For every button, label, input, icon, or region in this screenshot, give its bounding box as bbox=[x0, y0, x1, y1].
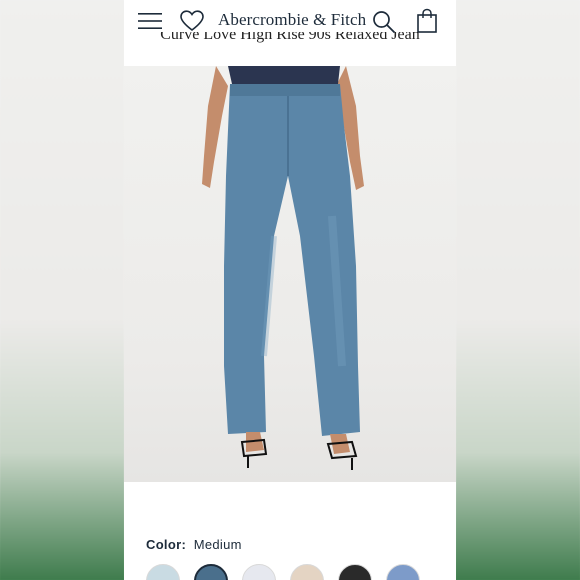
jeans-waistband bbox=[230, 84, 340, 96]
product-title-strip: Curve Love High Rise 90s Relaxed Jean bbox=[124, 32, 456, 46]
model-bodysuit bbox=[228, 66, 340, 84]
product-title: Curve Love High Rise 90s Relaxed Jean bbox=[160, 32, 420, 43]
color-value: Medium bbox=[193, 537, 242, 552]
color-selection-row: Color: Medium bbox=[146, 537, 242, 552]
shopping-bag-icon[interactable] bbox=[416, 8, 438, 34]
product-image[interactable] bbox=[124, 66, 456, 482]
swatch-tan[interactable] bbox=[290, 564, 324, 580]
swatch-bright-blue[interactable] bbox=[386, 564, 420, 580]
heart-icon[interactable] bbox=[180, 10, 204, 32]
swatch-medium[interactable] bbox=[194, 564, 228, 580]
background-blur-right bbox=[456, 0, 580, 580]
swatch-light[interactable] bbox=[146, 564, 180, 580]
color-swatches bbox=[146, 564, 456, 580]
top-navigation-bar: Abercrombie & Fitch Curve Love High Rise… bbox=[124, 0, 456, 66]
background-blur-left bbox=[0, 0, 124, 580]
product-info: Color: Medium bbox=[124, 482, 456, 580]
swatch-white[interactable] bbox=[242, 564, 276, 580]
color-label: Color: bbox=[146, 537, 187, 552]
jeans bbox=[224, 84, 360, 436]
model-left-arm bbox=[202, 66, 228, 188]
product-page: Abercrombie & Fitch Curve Love High Rise… bbox=[124, 0, 456, 580]
hamburger-menu-icon[interactable] bbox=[138, 12, 162, 30]
brand-logo[interactable]: Abercrombie & Fitch bbox=[218, 10, 366, 34]
search-icon[interactable] bbox=[372, 10, 396, 34]
swatch-black[interactable] bbox=[338, 564, 372, 580]
